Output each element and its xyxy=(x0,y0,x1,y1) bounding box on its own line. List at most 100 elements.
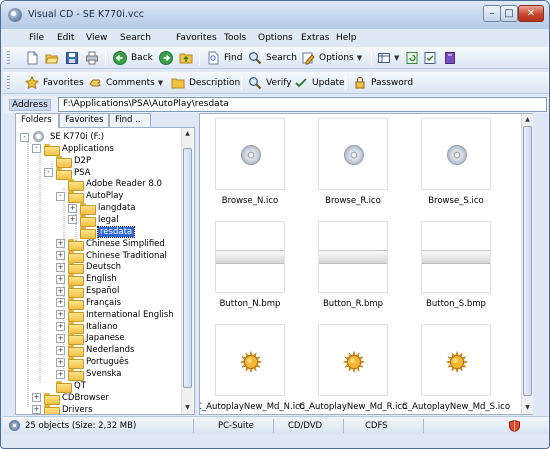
scroll-down-icon[interactable]: ▼ xyxy=(522,403,533,413)
comments-button[interactable]: Comments ▼ xyxy=(88,75,163,91)
up-folder-button[interactable] xyxy=(179,50,193,66)
tree-item[interactable]: - PSA xyxy=(44,167,91,180)
tree-item[interactable]: + langdata xyxy=(68,202,136,216)
tree-item[interactable]: + Svenska xyxy=(56,368,121,381)
favorites-button[interactable]: Favorites xyxy=(24,75,84,91)
help-button[interactable] xyxy=(443,50,457,66)
tree-item[interactable]: + English xyxy=(56,273,117,287)
menu-search[interactable]: Search xyxy=(120,33,151,43)
collapse-icon[interactable]: - xyxy=(32,144,41,154)
options-button[interactable]: Options ▼ xyxy=(301,50,362,66)
menu-file[interactable]: File xyxy=(29,33,44,43)
tree-item[interactable]: + Chinese Simplified xyxy=(56,238,165,251)
title-bar[interactable]: Visual CD - SE K770i.vcc – □ ✕ xyxy=(1,1,549,29)
menu-options[interactable]: Options xyxy=(258,33,293,43)
expand-icon[interactable]: + xyxy=(56,310,65,320)
save-button[interactable] xyxy=(65,50,79,66)
file-thumbnail[interactable] xyxy=(421,324,491,396)
file-thumbnail[interactable] xyxy=(215,324,285,396)
expand-icon[interactable]: + xyxy=(56,274,65,284)
menu-extras[interactable]: Extras xyxy=(301,33,329,43)
tab-folders[interactable]: Folders xyxy=(15,113,59,128)
expand-icon[interactable]: + xyxy=(68,215,77,225)
tree-item[interactable]: - AutoPlay xyxy=(56,190,123,204)
file-view-scroll-thumb[interactable] xyxy=(523,126,532,396)
forward-button[interactable] xyxy=(159,50,173,66)
scroll-up-icon[interactable]: ▲ xyxy=(522,115,533,125)
toolbar-grip[interactable] xyxy=(7,76,10,90)
find-button[interactable]: Find xyxy=(206,50,242,66)
expand-icon[interactable]: + xyxy=(56,345,65,355)
scroll-up-icon[interactable]: ▲ xyxy=(182,129,193,139)
tree-item[interactable]: + Italiano xyxy=(56,321,118,334)
expand-icon[interactable]: + xyxy=(56,251,65,260)
new-button[interactable] xyxy=(25,50,39,66)
collapse-icon[interactable]: - xyxy=(56,191,65,201)
tree-item[interactable]: + Deutsch xyxy=(56,261,121,275)
password-button[interactable]: Password xyxy=(353,75,413,91)
print-button[interactable] xyxy=(85,50,99,66)
menu-edit[interactable]: Edit xyxy=(57,33,74,43)
tree-item[interactable]: - Applications xyxy=(32,143,114,156)
menu-favorites[interactable]: Favorites xyxy=(176,33,217,43)
description-button[interactable]: Description xyxy=(171,75,240,91)
file-thumbnail[interactable] xyxy=(421,221,491,293)
view-mode-button[interactable]: ▼ xyxy=(377,50,399,66)
expand-icon[interactable]: + xyxy=(56,369,65,379)
expand-icon[interactable]: + xyxy=(56,357,65,367)
expand-icon[interactable]: + xyxy=(68,203,77,213)
expand-icon[interactable]: + xyxy=(56,298,65,308)
maximize-button[interactable]: □ xyxy=(500,5,518,22)
search-button[interactable]: Search xyxy=(248,50,297,66)
file-thumbnail[interactable] xyxy=(215,221,285,293)
back-button[interactable]: Back xyxy=(113,50,153,66)
toolbar-grip[interactable] xyxy=(7,51,10,65)
address-input[interactable]: F:\Applications\PSA\AutoPlay\resdata xyxy=(58,97,547,112)
file-thumbnail[interactable] xyxy=(318,324,388,396)
checklist-button[interactable] xyxy=(423,50,437,66)
file-thumbnail[interactable] xyxy=(318,118,388,190)
tree-item[interactable]: + CDBrowser xyxy=(32,392,109,405)
tab-find[interactable]: Find .. xyxy=(109,113,151,127)
file-view-scrollbar[interactable]: ▲ ▼ xyxy=(521,114,533,414)
tree-item[interactable]: + Español xyxy=(56,285,119,299)
tree-item[interactable]: + International English xyxy=(56,309,174,322)
expand-icon[interactable]: + xyxy=(32,405,41,414)
menu-help[interactable]: Help xyxy=(336,33,357,43)
tree-item[interactable]: + legal xyxy=(68,214,119,227)
verify-button[interactable]: Verify xyxy=(248,75,292,91)
expand-icon[interactable]: + xyxy=(56,262,65,272)
menu-tools[interactable]: Tools xyxy=(224,33,246,43)
expand-icon[interactable]: + xyxy=(56,322,65,332)
collapse-icon[interactable]: - xyxy=(20,132,29,142)
expand-icon[interactable]: + xyxy=(32,393,41,403)
tree-item[interactable]: + Nederlands xyxy=(56,344,135,358)
tab-favorites[interactable]: Favorites xyxy=(59,113,109,127)
tree-item[interactable]: QT xyxy=(44,380,86,393)
tree-item[interactable]: + Português xyxy=(56,356,129,370)
tree-item[interactable]: - SE K770i (F:) xyxy=(20,131,104,143)
expand-icon[interactable]: + xyxy=(56,333,65,343)
expand-icon[interactable]: + xyxy=(56,286,65,296)
tree-item[interactable]: D2P xyxy=(44,155,91,168)
tree-item[interactable]: Adobe Reader 8.0 xyxy=(56,178,162,192)
open-button[interactable] xyxy=(45,50,59,66)
tree-item[interactable]: + Français xyxy=(56,297,121,310)
expand-icon[interactable]: + xyxy=(56,239,65,249)
tree-item[interactable]: + Japanese xyxy=(56,332,125,346)
tree-item[interactable]: + Drivers xyxy=(32,404,93,414)
file-thumbnail[interactable] xyxy=(215,118,285,190)
update-button[interactable]: Update xyxy=(294,75,345,91)
minimize-button[interactable]: – xyxy=(483,5,501,22)
tree-scrollbar[interactable]: ▲ ▼ xyxy=(181,128,193,414)
file-thumbnail[interactable] xyxy=(421,118,491,190)
scroll-down-icon[interactable]: ▼ xyxy=(182,403,193,413)
menu-view[interactable]: View xyxy=(86,33,107,43)
tree-scroll-thumb[interactable] xyxy=(183,148,192,388)
file-thumbnail[interactable] xyxy=(318,221,388,293)
close-button[interactable]: ✕ xyxy=(518,5,544,22)
refresh-button[interactable] xyxy=(405,50,419,66)
collapse-icon[interactable]: - xyxy=(44,168,53,178)
tree-item[interactable]: resdata xyxy=(68,225,136,239)
tree-item[interactable]: + Chinese Traditional xyxy=(56,250,167,263)
